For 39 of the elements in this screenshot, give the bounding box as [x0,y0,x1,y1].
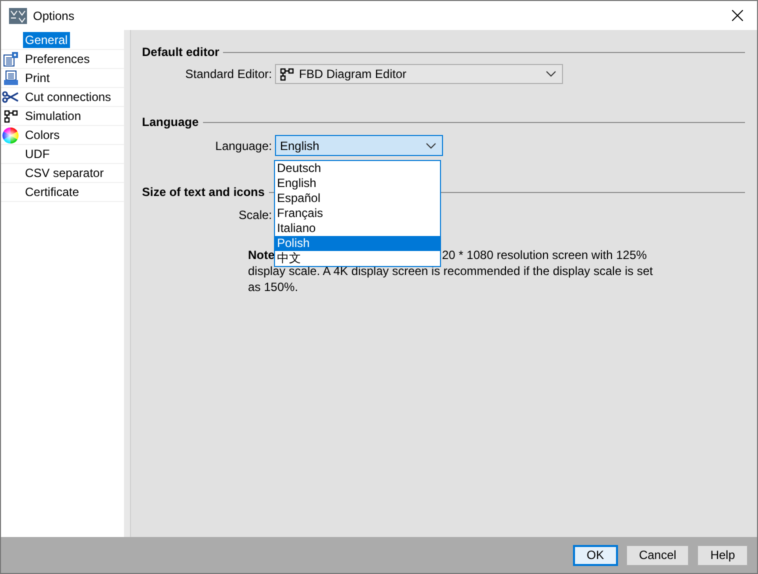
dialog-button[interactable]: Cancel [626,544,690,566]
language-option[interactable]: 中文 [275,251,440,266]
sidebar-item[interactable]: Certificate [23,184,82,200]
window-title: Options [33,8,74,22]
note-text: 20 * 1080 resolution screen with 125% [442,247,648,263]
language-option[interactable]: English [275,176,440,191]
section-heading: Language [142,115,199,129]
app-logo-icon [9,8,27,24]
field-label: Scale: [238,208,272,222]
sidebar-item[interactable]: Print [23,70,52,86]
section-heading: Size of text and icons [142,185,265,199]
caret-icon [546,71,556,77]
section-heading: Default editor [142,45,220,59]
sidebar-item[interactable]: Colors [23,127,62,143]
language-option[interactable]: Italiano [275,221,440,236]
language-dropdown[interactable]: English [275,135,443,156]
language-option[interactable]: Français [275,206,440,221]
language-option[interactable]: Polish [275,236,440,251]
note-label: Note [248,247,275,263]
block-diagram-icon [4,110,18,122]
language-option[interactable]: Español [275,191,440,206]
dialog-button[interactable]: OK [572,544,618,566]
color-wheel-icon [2,126,19,144]
dialog-button[interactable]: Help [697,544,748,566]
caret-icon [426,142,436,148]
note-text: display scale. A 4K display screen is recommended if the display scale is set as 150%. [248,264,654,295]
sidebar-item[interactable]: Cut connections [23,89,114,105]
field-label: Language: [214,138,272,152]
editor-dropdown[interactable]: FBD Diagram Editor [275,64,563,84]
sidebar-item[interactable]: CSV separator [23,165,106,181]
block-diagram-icon [280,68,294,80]
sidebar-item[interactable]: General [23,32,70,48]
sidebar-item[interactable]: Simulation [23,108,84,124]
sidebar-item[interactable]: UDF [23,146,52,162]
scissors-icon [2,91,19,103]
language-option[interactable]: Deutsch [275,161,440,176]
close-icon [732,10,742,21]
sidebar-item[interactable]: Preferences [23,51,92,67]
field-label: Standard Editor: [184,67,272,81]
